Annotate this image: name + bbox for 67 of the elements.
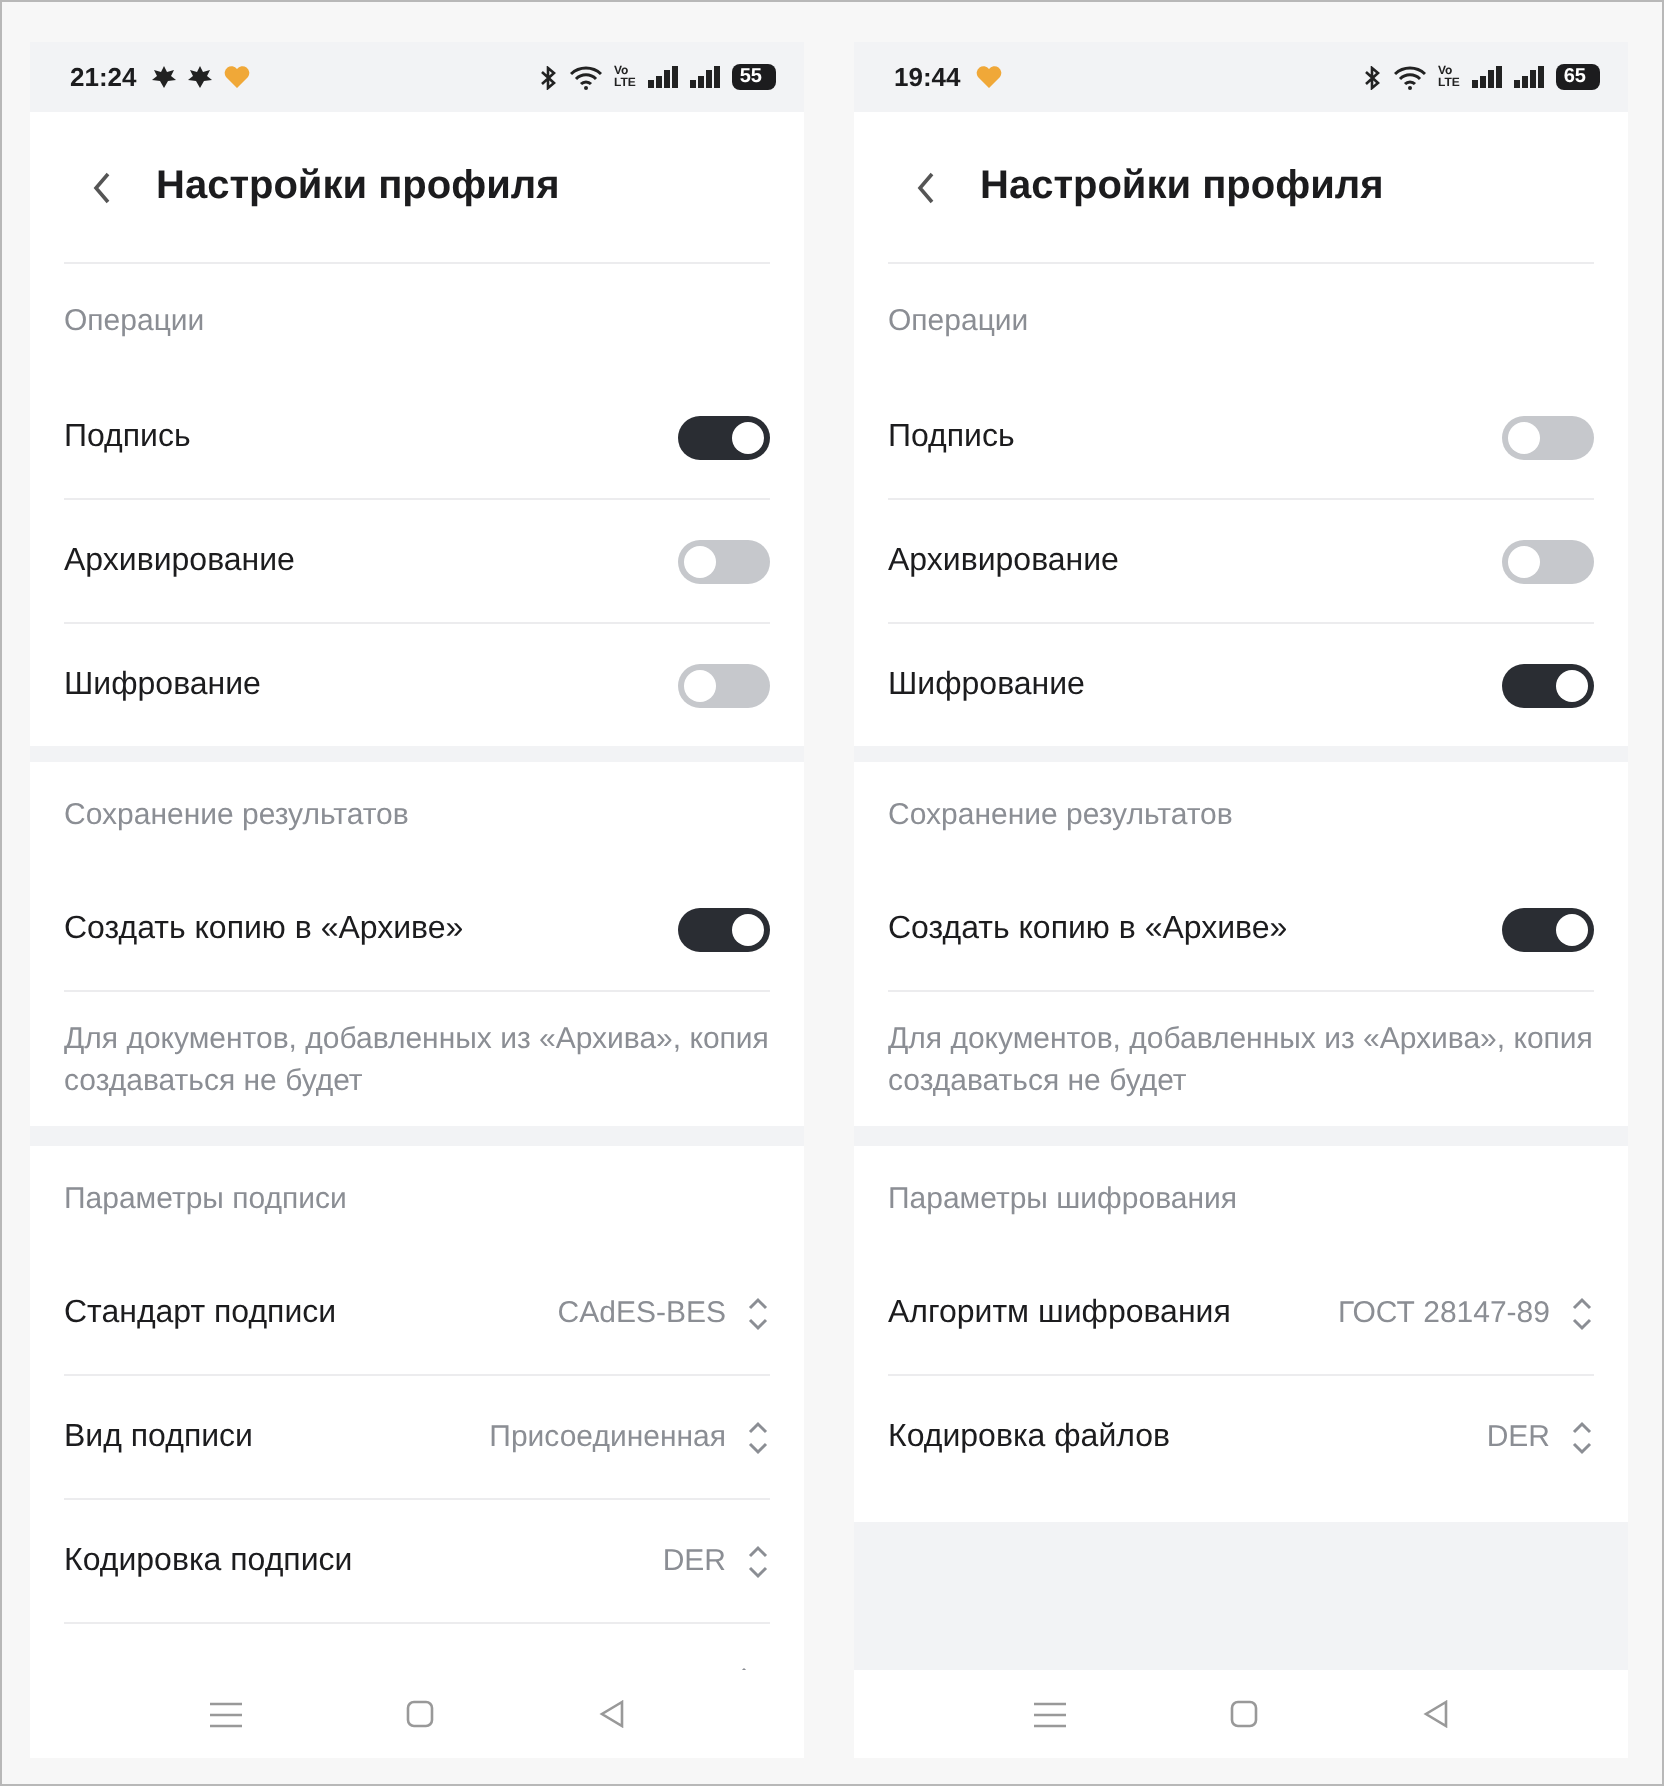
back-icon	[916, 171, 936, 203]
setting-label: Шифрование	[64, 667, 261, 703]
toggle-switch[interactable]	[678, 663, 770, 707]
signal-icon	[689, 66, 720, 88]
up-down-chevron-icon	[746, 1293, 770, 1333]
setting-label: Создать копию в «Архиве»	[888, 911, 1288, 947]
section-label: Сохранение результатов	[888, 796, 1235, 836]
wifi-icon	[569, 65, 602, 89]
setting-label: Стандарт подписи	[64, 1295, 337, 1331]
value-selector[interactable]: Присоединенная	[489, 1417, 770, 1457]
setting-label: Архивирование	[888, 543, 1119, 579]
value-selector[interactable]: ГОСТ 28147-89	[1337, 1293, 1594, 1333]
square-icon	[1229, 1700, 1257, 1728]
section-label: Операции	[888, 301, 1031, 341]
page-title: Настройки профиля	[156, 164, 560, 210]
toggle-switch[interactable]	[678, 539, 770, 583]
up-down-chevron-icon	[1570, 1417, 1594, 1457]
hint-text: Для документов, добавленных из «Архива», копия создаваться не будет	[888, 990, 1594, 1126]
up-down-chevron-icon	[1570, 1293, 1594, 1333]
setting-label: Подпись	[64, 419, 191, 455]
bluetooth-icon	[539, 65, 558, 89]
section-label: Сохранение результатов	[64, 796, 411, 836]
setting-label: Кодировка файлов	[888, 1419, 1171, 1455]
square-icon	[405, 1700, 433, 1728]
triangle-icon	[597, 1700, 625, 1728]
status-time: 21:24	[70, 62, 137, 92]
signal-icon	[647, 66, 678, 88]
heart-icon	[224, 66, 251, 88]
menu-icon	[1033, 1701, 1065, 1727]
setting-label: Кодировка подписи	[64, 1543, 353, 1579]
setting-label: Алгоритм шифрования	[888, 1295, 1231, 1331]
bluetooth-icon	[1363, 65, 1382, 89]
toggle-switch[interactable]	[1502, 415, 1594, 459]
menu-button[interactable]	[205, 1697, 245, 1731]
signal-icon	[1471, 66, 1502, 88]
home-button[interactable]	[1225, 1696, 1261, 1732]
hint-text: Для документов, добавленных из «Архива», копия создаваться не будет	[64, 990, 770, 1126]
section-label: Параметры шифрования	[888, 1180, 1239, 1220]
page-title: Настройки профиля	[980, 164, 1384, 210]
back-icon	[92, 171, 112, 203]
setting-label: Создать копию в «Архиве»	[64, 911, 464, 947]
home-button[interactable]	[401, 1696, 437, 1732]
battery-indicator: 65	[1555, 64, 1600, 90]
toggle-switch[interactable]	[678, 907, 770, 951]
up-down-chevron-icon	[746, 1541, 770, 1581]
value-selector[interactable]: CAdES-BES	[557, 1293, 770, 1333]
status-time: 19:44	[894, 62, 961, 92]
setting-label: Подпись	[888, 419, 1015, 455]
toggle-switch[interactable]	[678, 415, 770, 459]
menu-icon	[209, 1701, 241, 1727]
value-selector[interactable]: DER	[662, 1541, 770, 1581]
menu-button[interactable]	[1029, 1697, 1069, 1731]
toggle-switch[interactable]	[1502, 539, 1594, 583]
value-selector[interactable]: DER	[1486, 1417, 1594, 1457]
section-label: Операции	[64, 301, 207, 341]
up-down-chevron-icon	[746, 1417, 770, 1457]
toggle-switch[interactable]	[1502, 907, 1594, 951]
signal-icon	[1513, 66, 1544, 88]
battery-indicator: 55	[731, 64, 776, 90]
wifi-icon	[1393, 65, 1426, 89]
setting-label: Шифрование	[888, 667, 1085, 703]
toggle-switch[interactable]	[1502, 663, 1594, 707]
triangle-icon	[1421, 1700, 1449, 1728]
setting-label: Вид подписи	[64, 1419, 253, 1455]
heart-icon	[976, 66, 1003, 88]
setting-label: Архивирование	[64, 543, 295, 579]
section-label: Параметры подписи	[64, 1180, 349, 1220]
